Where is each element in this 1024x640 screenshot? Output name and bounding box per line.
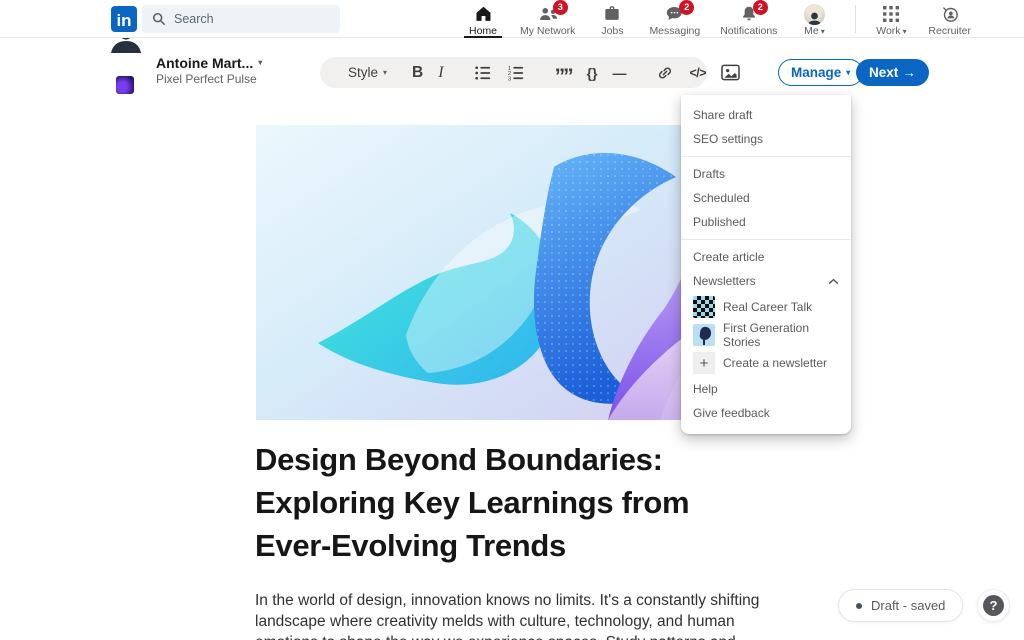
code-button[interactable]: </> [689, 66, 706, 80]
recruiter-icon [940, 4, 960, 24]
linkedin-article-editor: in Search Home [0, 0, 1024, 640]
bullet-list-button[interactable] [474, 64, 492, 82]
notifications-badge: 2 [753, 0, 768, 15]
nav-notifications[interactable]: 2 Notifications [710, 0, 787, 38]
chevron-up-icon [828, 278, 839, 285]
menu-item-give-feedback[interactable]: Give feedback [681, 401, 851, 425]
chevron-down-icon: ▾ [258, 58, 262, 67]
newsletter-thumbnail [693, 324, 715, 346]
manage-dropdown-menu: Share draft SEO settings Drafts Schedule… [681, 95, 851, 434]
help-button[interactable]: ? [977, 589, 1010, 622]
nav-items: Home 3 My Network Jobs [456, 0, 981, 38]
bell-icon: 2 [739, 4, 759, 24]
nav-recruiter[interactable]: Recruiter [918, 0, 981, 38]
link-button[interactable] [656, 64, 674, 82]
network-icon: 3 [537, 4, 559, 24]
menu-item-newsletter-real-career-talk[interactable]: Real Career Talk [681, 293, 851, 321]
nav-me[interactable]: Me▾ [787, 0, 841, 38]
arrow-right-icon: → [902, 65, 916, 80]
home-icon [473, 4, 494, 24]
numbered-list-button[interactable]: 1 2 3 [507, 64, 525, 82]
search-icon [152, 12, 166, 26]
quote-button[interactable]: ”” [555, 63, 572, 82]
image-button[interactable] [721, 64, 740, 81]
author-avatar [106, 50, 146, 90]
draft-status-text: Draft - saved [871, 598, 945, 613]
nav-jobs[interactable]: Jobs [585, 0, 639, 38]
author-newsletter-name: Pixel Perfect Pulse [156, 72, 262, 86]
global-nav: in Search Home [0, 0, 1024, 38]
grid-icon [882, 4, 900, 24]
nav-my-network[interactable]: 3 My Network [510, 0, 585, 38]
menu-item-create-article[interactable]: Create article [681, 245, 851, 269]
menu-item-newsletters[interactable]: Newsletters [681, 269, 851, 293]
menu-item-published[interactable]: Published [681, 210, 851, 234]
chevron-down-icon: ▾ [821, 27, 825, 36]
nav-divider [855, 5, 856, 33]
question-mark-icon: ? [983, 595, 1004, 616]
menu-item-help[interactable]: Help [681, 377, 851, 401]
nav-work[interactable]: Work▾ [864, 0, 918, 38]
article-body[interactable]: In the world of design, innovation knows… [255, 590, 767, 640]
newsletter-logo-badge [115, 75, 135, 95]
chevron-down-icon: ▾ [846, 68, 850, 77]
author-selector[interactable]: Antoine Mart... ▾ Pixel Perfect Pulse [106, 50, 262, 90]
next-button[interactable]: Next → [856, 59, 929, 86]
nav-home[interactable]: Home [456, 0, 510, 38]
messaging-icon: 2 [664, 4, 685, 24]
manage-button[interactable]: Manage ▾ [778, 59, 863, 86]
linkedin-logo[interactable]: in [111, 6, 137, 32]
menu-item-share-draft[interactable]: Share draft [681, 103, 851, 127]
plus-icon: + [693, 352, 715, 374]
style-dropdown[interactable]: Style ▾ [348, 65, 387, 80]
article-cover-image[interactable] [256, 125, 706, 420]
braces-button[interactable]: {} [587, 65, 598, 81]
bold-button[interactable]: B [412, 64, 423, 82]
menu-item-newsletter-first-generation-stories[interactable]: First Generation Stories [681, 321, 851, 349]
menu-item-drafts[interactable]: Drafts [681, 162, 851, 186]
status-dot-icon [856, 603, 862, 609]
briefcase-icon [602, 4, 622, 24]
article-title[interactable]: Design Beyond Boundaries: Exploring Key … [255, 438, 735, 567]
nav-messaging[interactable]: 2 Messaging [639, 0, 710, 38]
menu-divider [681, 156, 851, 157]
menu-item-seo-settings[interactable]: SEO settings [681, 127, 851, 151]
draft-status-badge: Draft - saved [838, 589, 963, 622]
newsletter-thumbnail [693, 296, 715, 318]
menu-divider [681, 239, 851, 240]
divider-button[interactable]: — [612, 65, 626, 81]
network-badge: 3 [553, 0, 568, 15]
formatting-toolbar: Style ▾ B I 1 2 3 ”” {} — [320, 57, 707, 88]
messaging-badge: 2 [679, 0, 694, 15]
svg-text:3: 3 [507, 76, 510, 82]
me-avatar [804, 4, 825, 24]
menu-item-scheduled[interactable]: Scheduled [681, 186, 851, 210]
search-placeholder: Search [174, 12, 214, 26]
menu-item-create-newsletter[interactable]: + Create a newsletter [681, 349, 851, 377]
chevron-down-icon: ▾ [903, 27, 907, 36]
search-input[interactable]: Search [142, 5, 340, 33]
italic-button[interactable]: I [438, 64, 443, 82]
author-name: Antoine Mart... ▾ [156, 55, 262, 71]
chevron-down-icon: ▾ [383, 68, 387, 77]
